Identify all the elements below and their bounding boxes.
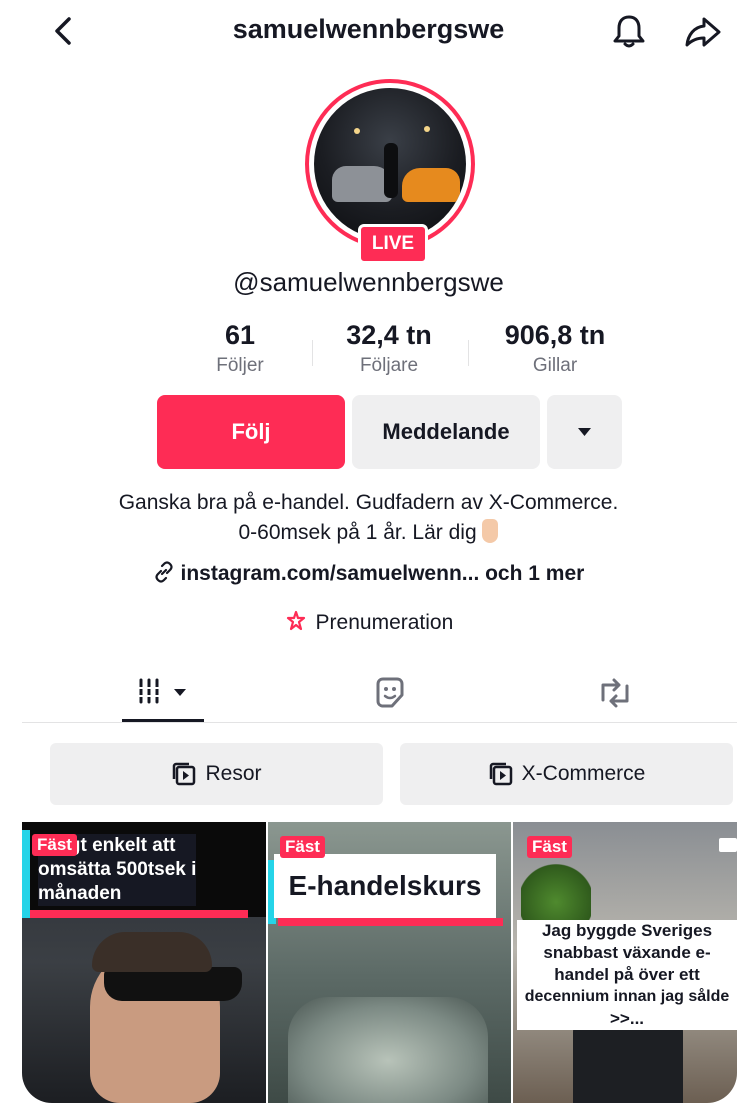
pinned-badge: Fäst — [527, 836, 572, 858]
stat-following[interactable]: 61 Följer — [180, 320, 300, 377]
playlist-icon — [489, 762, 512, 786]
repost-icon — [601, 678, 629, 708]
grid-icon — [137, 678, 186, 704]
hair — [92, 932, 212, 972]
stat-divider — [312, 340, 313, 366]
bio: Ganska bra på e-handel. Gudfadern av X-C… — [0, 488, 737, 548]
message-button[interactable]: Meddelande — [352, 395, 540, 469]
stat-likes[interactable]: 906,8 tn Gillar — [480, 320, 630, 377]
pointing-down-hand-icon — [482, 519, 499, 543]
caption-line: handel på över ett — [554, 965, 700, 984]
caption-accent — [278, 918, 503, 926]
stat-divider — [468, 340, 469, 366]
video-caption: E-handelskurs — [274, 854, 496, 918]
stat-label: Gillar — [532, 355, 578, 376]
playlist-icon — [173, 762, 196, 786]
playlist-button[interactable]: X-Commerce — [400, 743, 733, 805]
video-thumbnail[interactable]: Fäst Jag byggde Sveriges snabbast växand… — [513, 822, 737, 1103]
avatar-image — [314, 88, 466, 240]
caption-accent — [22, 910, 248, 918]
sticker-icon — [376, 677, 404, 708]
money-pile — [288, 997, 488, 1103]
follow-button[interactable]: Följ — [157, 395, 345, 469]
video-caption: Jag byggde Sveriges snabbast växande e- … — [517, 920, 737, 1030]
video-thumbnail[interactable]: E-handelskurs Fäst — [268, 822, 511, 1103]
bell-icon[interactable] — [612, 13, 646, 49]
tabs-divider — [22, 722, 737, 723]
more-options-button[interactable] — [547, 395, 622, 469]
caption-line: omsätta 500tsek i — [38, 859, 197, 880]
subscription-icon — [284, 609, 310, 639]
caption-line: månaden — [38, 883, 122, 904]
profile-link[interactable]: instagram.com/samuelwenn... och 1 mer — [0, 561, 737, 589]
caption-line: snabbast växande e- — [543, 943, 711, 962]
caption-line: decennium innan jag sålde — [524, 988, 730, 1005]
video-thumbnail[interactable]: digt enkelt att omsätta 500tsek i månade… — [22, 822, 266, 1103]
tab-reposts[interactable] — [595, 676, 635, 710]
share-icon[interactable] — [684, 16, 722, 48]
bio-line: 0-60msek på 1 år. Lär dig — [238, 521, 477, 544]
pinned-badge: Fäst — [280, 836, 325, 858]
link-icon — [153, 561, 175, 589]
tab-videos[interactable] — [135, 675, 195, 707]
playlist-label: X-Commerce — [521, 762, 646, 785]
profile-handle: @samuelwennbergswe — [233, 267, 504, 297]
caret-down-icon — [578, 428, 591, 436]
stat-label: Följare — [359, 355, 419, 376]
tab-favorites[interactable] — [372, 675, 408, 711]
link-text: instagram.com/samuelwenn... och 1 mer — [180, 562, 585, 585]
playlist-button[interactable]: Resor — [50, 743, 383, 805]
stat-value: 61 — [224, 320, 256, 350]
playlist-label: Resor — [205, 762, 262, 785]
sunglasses — [104, 967, 242, 1001]
photo-icon — [719, 838, 737, 852]
pinned-badge: Fäst — [32, 834, 77, 856]
bio-line-with-emoji: 0-60msek på 1 år. Lär dig — [0, 518, 737, 548]
live-badge[interactable]: LIVE — [358, 224, 428, 264]
stat-value: 906,8 tn — [504, 320, 606, 350]
caption-accent — [22, 830, 30, 918]
stat-label: Följer — [216, 355, 264, 376]
subscription-link[interactable]: Prenumeration — [0, 609, 737, 639]
subscription-label: Prenumeration — [315, 611, 454, 634]
stat-followers[interactable]: 32,4 tn Följare — [324, 320, 454, 377]
bio-line: Ganska bra på e-handel. Gudfadern av X-C… — [118, 491, 619, 514]
caption-line: Jag byggde Sveriges — [541, 921, 713, 940]
stat-value: 32,4 tn — [346, 320, 432, 350]
caption-line: >>... — [609, 1009, 645, 1028]
